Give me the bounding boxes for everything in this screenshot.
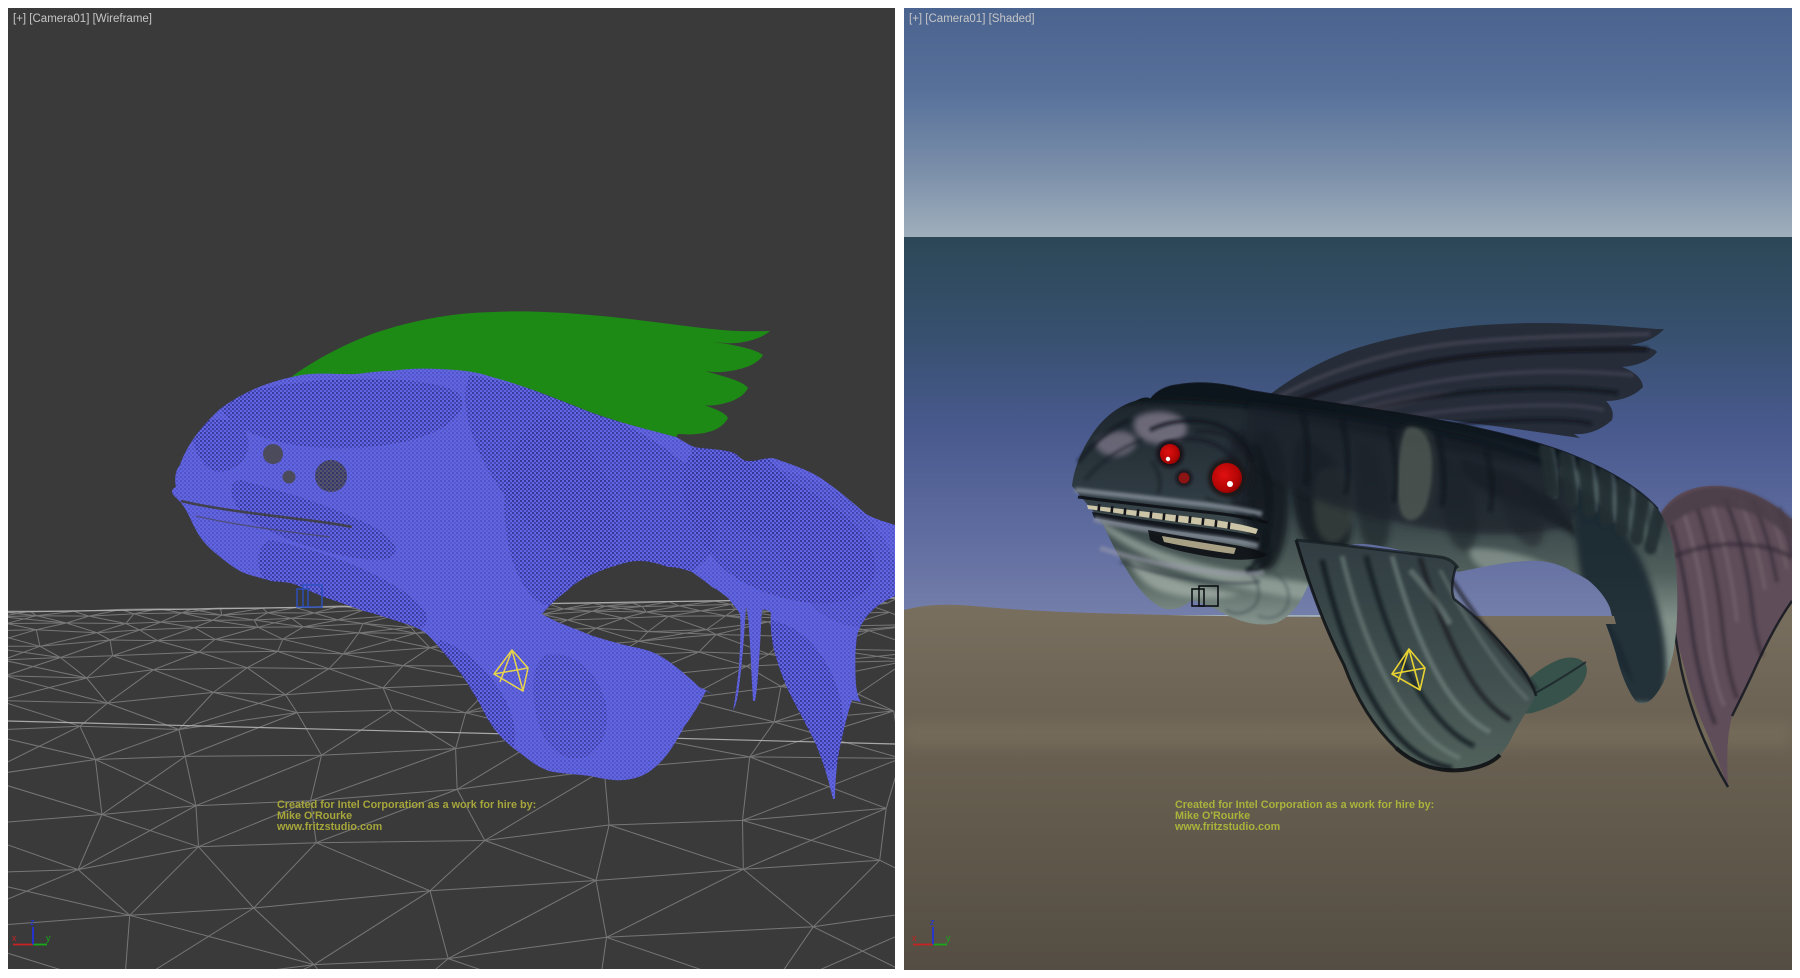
svg-text:y: y: [46, 933, 51, 943]
svg-text:[+] [Camera01] [Wireframe]: [+] [Camera01] [Wireframe]: [13, 13, 152, 25]
svg-text:x: x: [912, 933, 917, 943]
svg-text:www.fritzstudio.com: www.fritzstudio.com: [1174, 821, 1280, 833]
svg-text:y: y: [946, 933, 951, 943]
svg-text:[+] [Camera01] [Shaded]: [+] [Camera01] [Shaded]: [909, 13, 1035, 25]
svg-text:x: x: [12, 933, 17, 943]
svg-text:z: z: [30, 917, 35, 927]
svg-text:www.fritzstudio.com: www.fritzstudio.com: [276, 821, 382, 833]
svg-text:z: z: [930, 917, 935, 927]
